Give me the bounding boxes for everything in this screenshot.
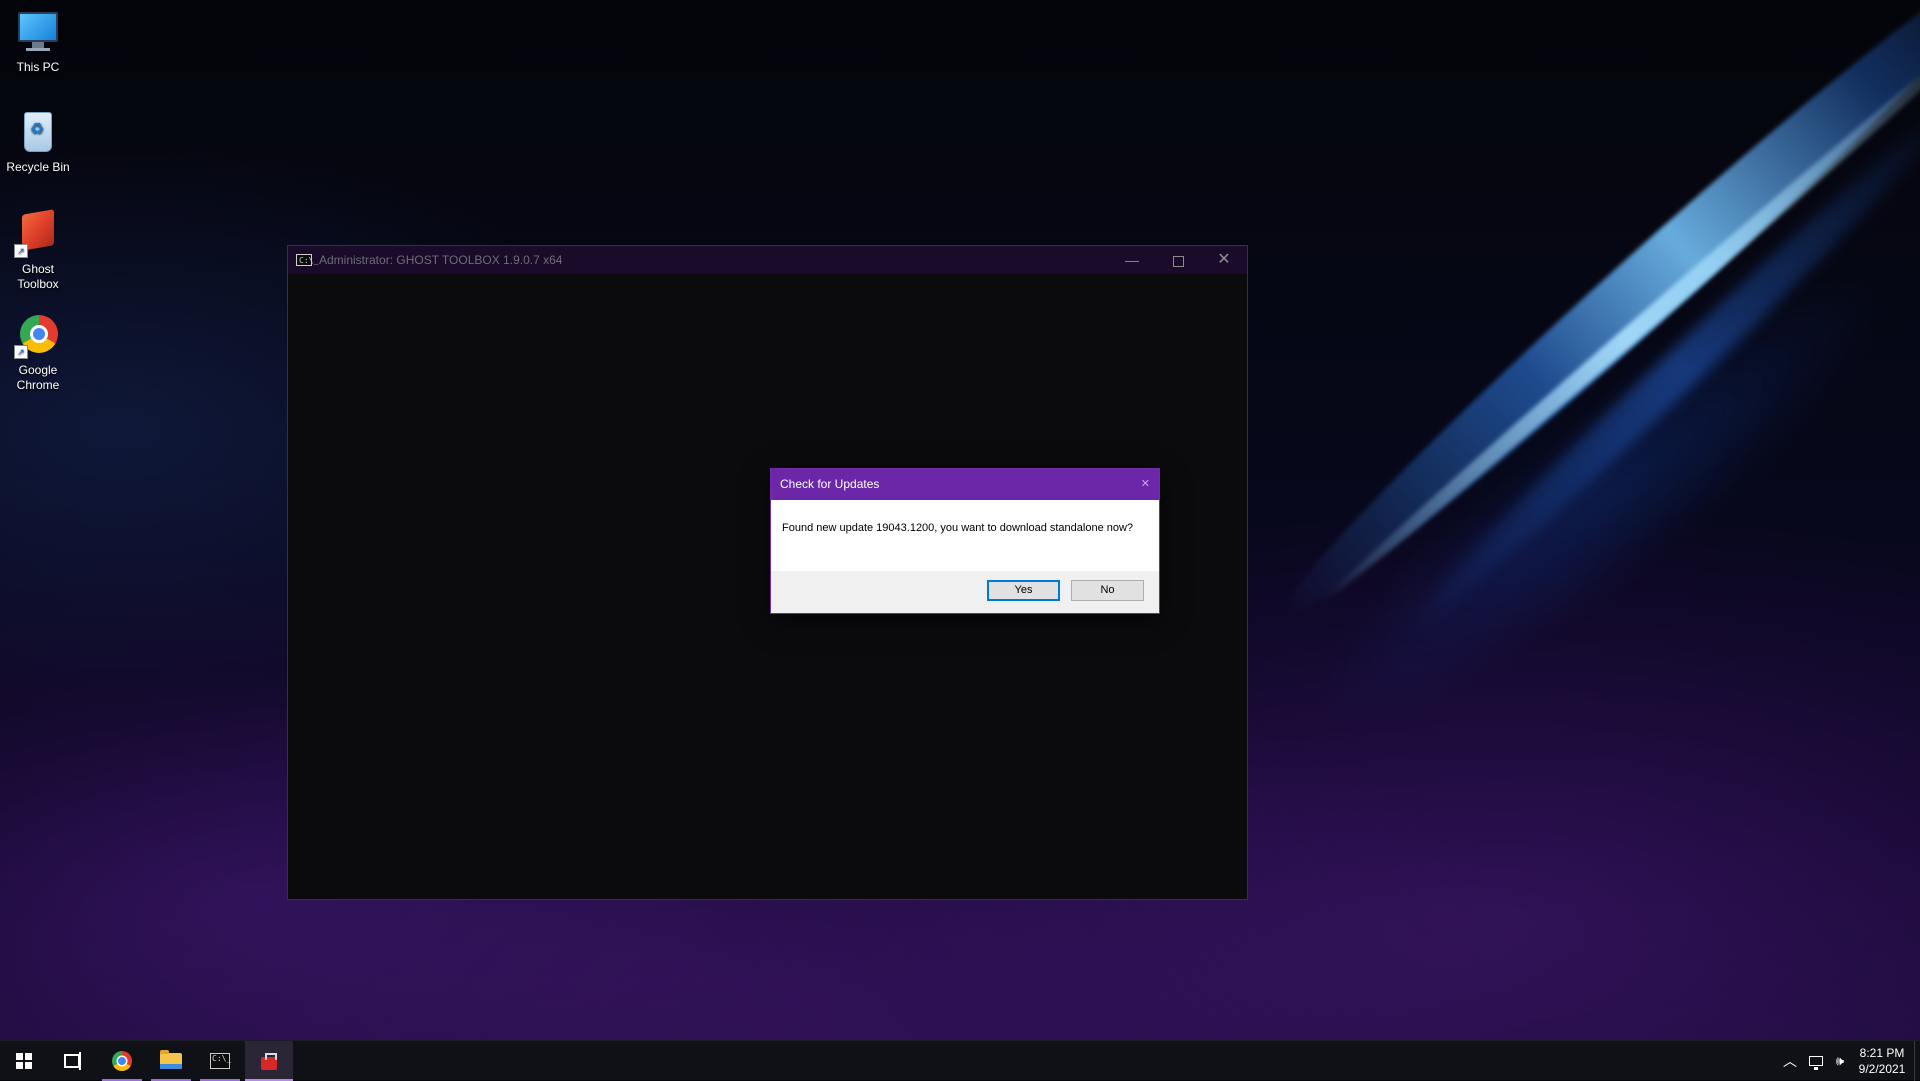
desktop-icon-label: Recycle Bin: [6, 160, 70, 174]
desktop-icon-google-chrome[interactable]: ↗ Google Chrome: [4, 311, 72, 393]
desktop-icon-ghost-toolbox[interactable]: ↗ Ghost Toolbox: [4, 209, 72, 292]
update-dialog[interactable]: Check for Updates ✕ Found new update 190…: [770, 468, 1160, 614]
yes-button[interactable]: Yes: [987, 580, 1060, 601]
shortcut-arrow-icon: ↗: [14, 345, 28, 359]
taskbar-chrome[interactable]: [98, 1041, 146, 1081]
show-hidden-icons-button[interactable]: ︿: [1780, 1041, 1800, 1081]
taskbar-command-prompt[interactable]: C:\_: [196, 1041, 244, 1081]
console-title: Administrator: GHOST TOOLBOX 1.9.0.7 x64: [319, 253, 563, 267]
clock-date: 9/2/2021: [1858, 1062, 1906, 1076]
network-icon: [1809, 1056, 1823, 1070]
dialog-message: Found new update 19043.1200, you want to…: [771, 500, 1159, 568]
taskbar-file-explorer[interactable]: [147, 1041, 195, 1081]
dialog-footer: Yes No: [771, 571, 1159, 613]
task-view-button[interactable]: [48, 1041, 96, 1081]
shortcut-arrow-icon: ↗: [14, 244, 28, 258]
dialog-titlebar[interactable]: Check for Updates ✕: [771, 469, 1159, 500]
desktop-icon-label: This PC: [16, 60, 60, 74]
computer-icon: [14, 8, 62, 56]
file-explorer-icon: [160, 1050, 182, 1069]
maximize-icon: [1172, 255, 1184, 267]
show-desktop-button[interactable]: [1914, 1041, 1920, 1081]
desktop-icon-label: Google Chrome: [16, 363, 60, 392]
dialog-title: Check for Updates: [780, 477, 880, 491]
console-titlebar[interactable]: C:\_ Administrator: GHOST TOOLBOX 1.9.0.…: [288, 246, 1247, 274]
no-button[interactable]: No: [1071, 580, 1144, 601]
desktop-icon-recycle-bin[interactable]: Recycle Bin: [4, 108, 72, 175]
clock[interactable]: 8:21 PM 9/2/2021: [1852, 1045, 1912, 1077]
command-prompt-icon: C:\_: [296, 254, 318, 266]
maximize-button[interactable]: [1155, 246, 1201, 274]
desktop-icon-label: Ghost Toolbox: [17, 262, 59, 291]
minimize-button[interactable]: —: [1109, 246, 1155, 274]
dialog-close-button[interactable]: ✕: [1141, 469, 1150, 500]
desktop-icon-this-pc[interactable]: This PC: [4, 8, 72, 75]
taskbar: C:\_ ︿ 🕪 8:21 PM 9/2/2021: [0, 1040, 1920, 1081]
recycle-bin-icon: [14, 108, 62, 156]
clock-time: 8:21 PM: [1859, 1046, 1905, 1060]
windows-start-icon: [16, 1053, 32, 1069]
start-button[interactable]: [0, 1041, 48, 1081]
ghost-toolbox-icon: ↗: [14, 209, 62, 258]
taskbar-ghost-toolbox[interactable]: [245, 1041, 293, 1081]
volume-button[interactable]: 🕪: [1828, 1041, 1852, 1081]
network-button[interactable]: [1805, 1041, 1827, 1081]
command-prompt-icon: C:\_: [210, 1053, 231, 1069]
chrome-icon: [112, 1051, 132, 1071]
task-view-icon: [64, 1052, 81, 1070]
ghost-toolbox-icon: [259, 1051, 279, 1071]
close-button[interactable]: ✕: [1201, 246, 1247, 274]
chrome-icon: ↗: [14, 311, 62, 359]
